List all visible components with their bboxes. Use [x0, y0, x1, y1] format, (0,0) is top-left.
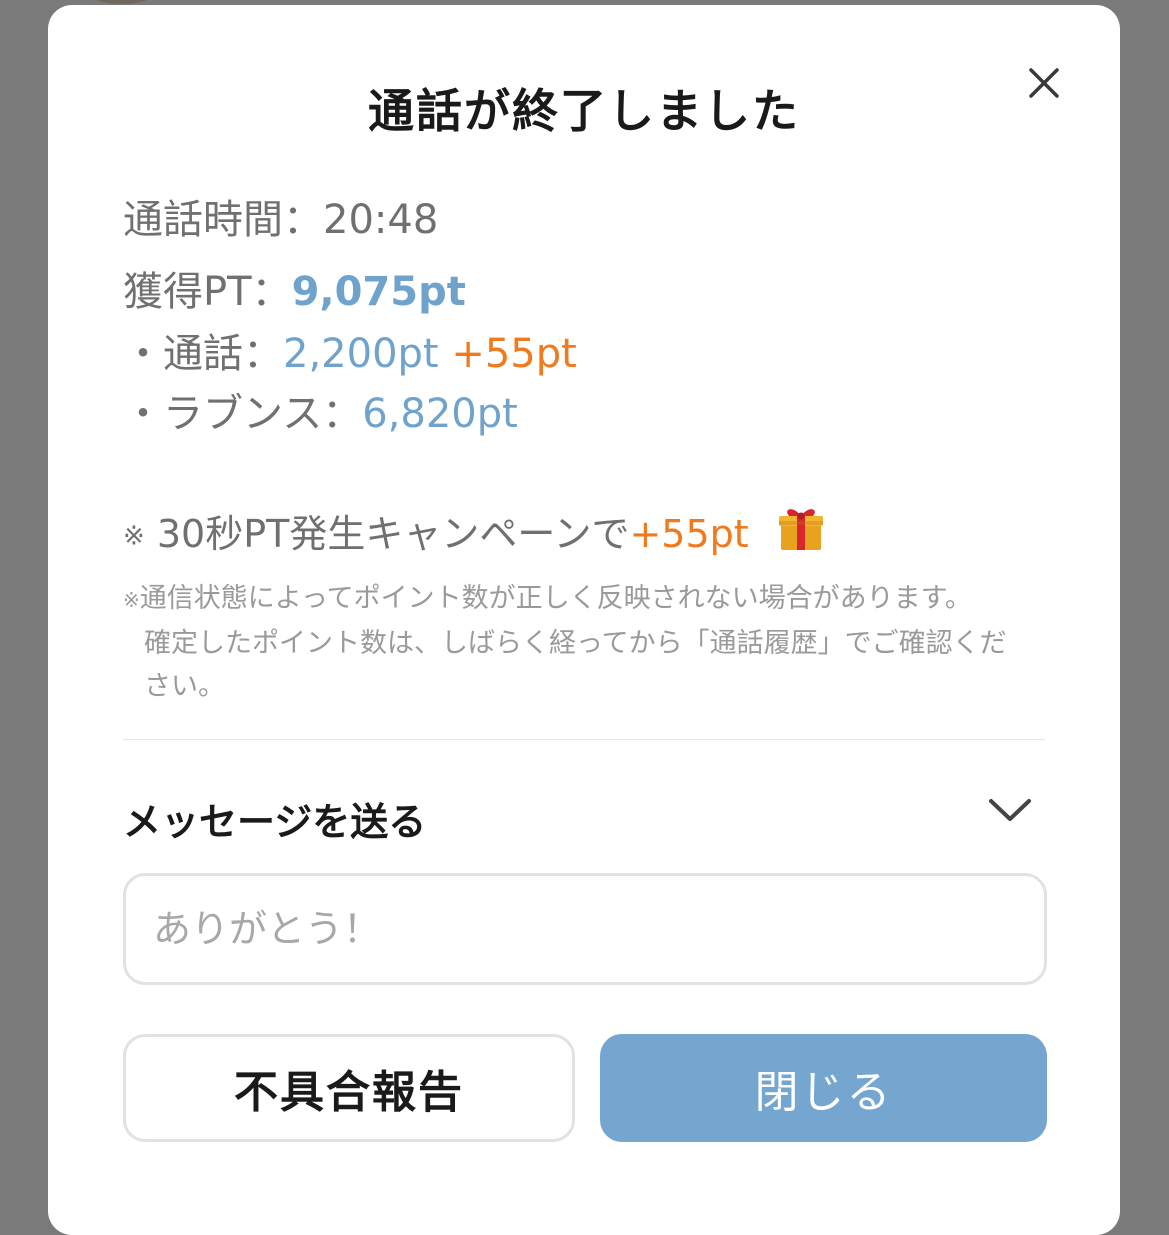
call-duration-value: 20:48 [323, 197, 439, 243]
background-avatar-fragment [92, 0, 152, 4]
campaign-bonus: +55pt [629, 512, 749, 556]
call-duration: 通話時間：20:48 [123, 187, 438, 245]
lovense-points-label: ・ラブンス： [123, 391, 363, 437]
campaign-text: 30秒PT発生キャンペーンで [144, 512, 630, 556]
chevron-down-icon [989, 799, 1031, 821]
close-dialog-button[interactable]: 閉じる [600, 1034, 1047, 1142]
send-message-title: メッセージを送る [123, 800, 427, 844]
points-notice: ※通信状態によってポイント数が正しく反映されない場合があります。 確定したポイン… [123, 577, 1053, 708]
call-ended-dialog: 通話が終了しました 通話時間：20:48 獲得PT：9,075pt ・通話：2,… [48, 5, 1120, 1235]
lovense-points-value: 6,820pt [362, 391, 518, 437]
earned-points-value: 9,075pt [291, 269, 466, 315]
call-points-label: ・通話： [123, 331, 283, 377]
campaign-note: ※ 30秒PT発生キャンペーンで+55pt [123, 501, 827, 562]
call-points-bonus: +55pt [451, 331, 577, 377]
call-points-value: 2,200pt [283, 331, 439, 377]
message-input[interactable] [123, 873, 1047, 985]
notice-mark: ※ [123, 588, 140, 612]
gift-icon [775, 501, 827, 562]
dialog-title: 通話が終了しました [368, 84, 800, 138]
call-duration-label: 通話時間： [123, 197, 323, 243]
divider [123, 739, 1045, 740]
report-issue-button[interactable]: 不具合報告 [123, 1034, 575, 1142]
notice-line-1: 通信状態によってポイント数が正しく反映されない場合があります。 [139, 583, 972, 614]
lovense-points: ・ラブンス：6,820pt [123, 381, 518, 439]
send-message-toggle[interactable]: メッセージを送る [123, 785, 1045, 845]
notice-line-3: さい。 [144, 671, 225, 702]
call-points: ・通話：2,200pt +55pt [123, 321, 577, 379]
earned-points-label: 獲得PT： [123, 269, 292, 315]
campaign-mark: ※ [123, 521, 145, 552]
earned-points: 獲得PT：9,075pt [123, 259, 466, 317]
notice-line-2: 確定したポイント数は、しばらく経ってから「通話履歴」でご確認くだ [144, 628, 1007, 659]
